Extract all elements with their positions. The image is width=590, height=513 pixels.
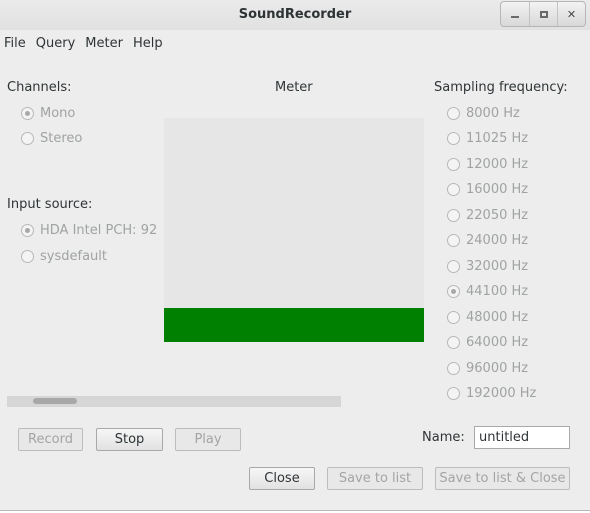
radio-indicator xyxy=(447,158,460,171)
radio-label: 96000 Hz xyxy=(466,361,529,376)
channel-mono-radio[interactable]: Mono xyxy=(21,106,75,121)
radio-label: 48000 Hz xyxy=(466,310,529,325)
name-label: Name: xyxy=(422,430,465,445)
radio-label: 12000 Hz xyxy=(466,157,529,172)
level-meter-fill xyxy=(164,308,424,342)
menu-help[interactable]: Help xyxy=(133,36,163,56)
radio-label: 8000 Hz xyxy=(466,106,520,121)
radio-indicator xyxy=(447,362,460,375)
input-source-hda-radio[interactable]: HDA Intel PCH: 92 xyxy=(21,223,157,238)
close-window-button[interactable]: ✕ xyxy=(557,2,585,26)
sampling-96000-radio[interactable]: 96000 Hz xyxy=(447,361,528,376)
radio-indicator xyxy=(447,311,460,324)
sampling-22050-radio[interactable]: 22050 Hz xyxy=(447,208,528,223)
input-source-sysdefault-radio[interactable]: sysdefault xyxy=(21,249,107,264)
sampling-44100-radio[interactable]: 44100 Hz xyxy=(447,284,528,299)
radio-indicator xyxy=(447,336,460,349)
channels-label: Channels: xyxy=(7,80,72,95)
sampling-24000-radio[interactable]: 24000 Hz xyxy=(447,233,528,248)
menu-query[interactable]: Query xyxy=(36,36,76,56)
maximize-icon xyxy=(539,10,548,18)
record-button[interactable]: Record xyxy=(18,428,83,451)
sampling-16000-radio[interactable]: 16000 Hz xyxy=(447,182,528,197)
radio-indicator xyxy=(21,250,34,263)
radio-label: HDA Intel PCH: 92 xyxy=(40,223,158,238)
play-button[interactable]: Play xyxy=(175,428,241,451)
radio-label: 44100 Hz xyxy=(466,284,529,299)
minimize-button[interactable] xyxy=(501,2,529,26)
save-to-list-close-button[interactable]: Save to list & Close xyxy=(435,467,570,490)
radio-label: 11025 Hz xyxy=(466,131,529,146)
stop-button[interactable]: Stop xyxy=(96,428,163,451)
sampling-32000-radio[interactable]: 32000 Hz xyxy=(447,259,528,274)
sampling-64000-radio[interactable]: 64000 Hz xyxy=(447,335,528,350)
menu-bar: File Query Meter Help xyxy=(0,36,168,56)
sampling-frequency-label: Sampling frequency: xyxy=(434,80,568,95)
meter-label: Meter xyxy=(275,80,313,95)
sampling-192000-radio[interactable]: 192000 Hz xyxy=(447,386,536,401)
radio-label: 22050 Hz xyxy=(466,208,529,223)
radio-label: sysdefault xyxy=(40,249,107,264)
save-to-list-button[interactable]: Save to list xyxy=(327,467,423,490)
radio-indicator xyxy=(21,107,34,120)
sampling-48000-radio[interactable]: 48000 Hz xyxy=(447,310,528,325)
menu-file[interactable]: File xyxy=(4,36,26,56)
radio-indicator xyxy=(447,183,460,196)
title-bar[interactable]: SoundRecorder ✕ xyxy=(0,0,590,30)
minimize-icon xyxy=(511,16,519,18)
sampling-8000-radio[interactable]: 8000 Hz xyxy=(447,106,520,121)
level-meter xyxy=(164,118,424,342)
radio-indicator xyxy=(447,260,460,273)
menu-meter[interactable]: Meter xyxy=(85,36,123,56)
name-input[interactable] xyxy=(474,426,570,449)
sampling-11025-radio[interactable]: 11025 Hz xyxy=(447,131,528,146)
radio-label: Stereo xyxy=(40,131,83,146)
radio-label: Mono xyxy=(40,106,76,121)
sampling-12000-radio[interactable]: 12000 Hz xyxy=(447,157,528,172)
radio-label: 16000 Hz xyxy=(466,182,529,197)
radio-indicator xyxy=(447,132,460,145)
close-button[interactable]: Close xyxy=(249,467,315,490)
radio-indicator xyxy=(447,209,460,222)
input-source-label: Input source: xyxy=(7,197,93,212)
channel-stereo-radio[interactable]: Stereo xyxy=(21,131,82,146)
radio-indicator xyxy=(447,107,460,120)
radio-indicator xyxy=(21,132,34,145)
radio-indicator xyxy=(447,285,460,298)
radio-label: 32000 Hz xyxy=(466,259,529,274)
window-controls: ✕ xyxy=(500,1,586,27)
sound-recorder-window: SoundRecorder ✕ File Query Meter Help Ch… xyxy=(0,0,590,511)
radio-indicator xyxy=(447,387,460,400)
radio-indicator xyxy=(447,234,460,247)
radio-indicator xyxy=(21,224,34,237)
scrollbar-thumb[interactable] xyxy=(33,398,77,404)
radio-label: 24000 Hz xyxy=(466,233,529,248)
radio-label: 64000 Hz xyxy=(466,335,529,350)
radio-label: 192000 Hz xyxy=(466,386,537,401)
maximize-button[interactable] xyxy=(529,2,557,26)
close-icon: ✕ xyxy=(566,7,577,21)
horizontal-scrollbar[interactable] xyxy=(7,396,341,407)
